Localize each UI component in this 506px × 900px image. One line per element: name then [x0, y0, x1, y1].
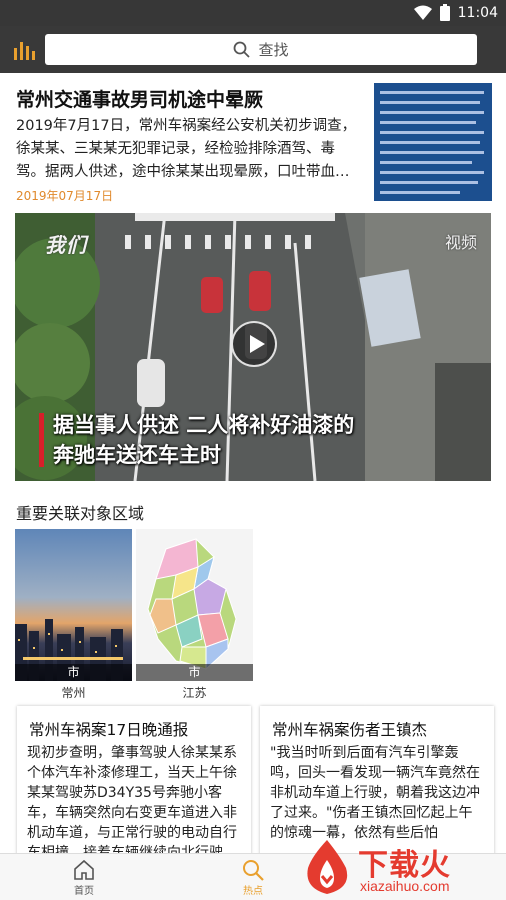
card-title[interactable]: 常州车祸案17日晚通报: [29, 718, 188, 740]
caption-line-2: 奔驰车送还车主时: [53, 443, 221, 467]
chart-menu-icon[interactable]: [13, 40, 35, 60]
status-bar: 11:04: [0, 0, 506, 26]
search-placeholder: 查找: [258, 41, 289, 59]
search-icon: [234, 41, 251, 58]
clock: 11:04: [457, 4, 498, 21]
play-button[interactable]: [231, 321, 277, 367]
tab-home[interactable]: 首页: [34, 854, 134, 900]
region-map: [136, 529, 253, 681]
section-title: 重要关联对象区域: [16, 504, 145, 523]
news-date: 2019年07月17日: [16, 189, 114, 203]
caption-accent: [39, 413, 44, 467]
region-photo: [15, 529, 132, 681]
search-icon: [243, 860, 264, 881]
news-card[interactable]: 常州车祸案17日晚通报 现初步查明，肇事驾驶人徐某某系个体汽车补漆修理工，当天上…: [17, 706, 251, 866]
caption-line-1: 据当事人供述 二人将补好油漆的: [53, 413, 355, 437]
news-title[interactable]: 常州交通事故男司机途中晕厥: [16, 85, 263, 112]
tab-hot-label: 热点: [243, 886, 263, 897]
watermark-url: xiazaihuo.com: [360, 878, 450, 894]
status-icons: 11:04: [413, 4, 498, 21]
news-thumbnail[interactable]: [374, 83, 492, 201]
watermark-logo: 下载火 xiazaihuo.com: [296, 836, 506, 900]
tab-home-label: 首页: [74, 886, 94, 897]
news-item[interactable]: 常州交通事故男司机途中晕厥 2019年7月17日，常州车祸案经公安机关初步调查，…: [0, 73, 506, 213]
search-input[interactable]: 查找: [45, 34, 477, 65]
top-bar: 查找: [0, 26, 506, 73]
wifi-icon: [413, 5, 432, 20]
region-card-jiangsu[interactable]: 市 江苏: [136, 529, 253, 700]
region-name: 常州: [61, 686, 86, 700]
video-player[interactable]: 我们 视频 据当事人供述 二人将补好油漆的 奔驰车送还车主时: [15, 213, 491, 481]
battery-icon: [439, 4, 450, 21]
card-title[interactable]: 常州车祸案伤者王镇杰: [272, 718, 427, 740]
region-tag: 市: [136, 664, 253, 681]
news-body: 2019年7月17日，常州车祸案经公安机关初步调查，徐某某、三某某无犯罪记录，经…: [16, 118, 357, 180]
card-text: 现初步查明，肇事驾驶人徐某某系个体汽车补漆修理工，当天上午徐某某驾驶苏D34Y3…: [27, 745, 237, 866]
flame-logo-icon: [307, 840, 348, 894]
video-brand: 视频: [444, 233, 477, 252]
home-icon: [74, 859, 94, 880]
tab-hot[interactable]: 热点: [203, 854, 303, 900]
video-logo: 我们: [45, 233, 87, 257]
region-tag: 市: [15, 664, 132, 681]
region-name: 江苏: [182, 686, 207, 700]
card-text: "我当时听到后面有汽车引擎轰鸣，回头一看发现一辆汽车竟然在非机动车道上行驶，朝着…: [270, 745, 480, 841]
region-card-changzhou[interactable]: 市 常州: [15, 529, 132, 700]
